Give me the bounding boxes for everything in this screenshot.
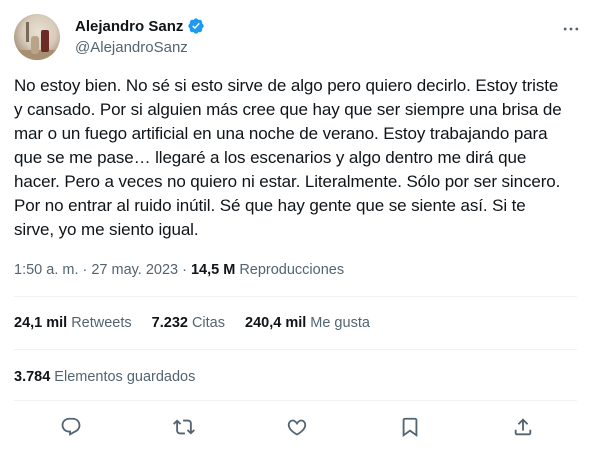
bookmarks-count: 3.784 [14, 369, 51, 385]
retweets-count: 24,1 mil [14, 315, 68, 331]
more-options-icon[interactable] [560, 18, 582, 40]
quotes-label: Citas [191, 315, 225, 331]
retweets-stat[interactable]: 24,1 mil Retweets [14, 315, 132, 331]
author-display-name[interactable]: Alejandro Sanz [75, 18, 183, 35]
bookmark-icon[interactable] [395, 412, 425, 442]
share-icon[interactable] [508, 412, 538, 442]
author-handle[interactable]: @AlejandroSanz [75, 39, 205, 56]
verified-badge-icon[interactable] [187, 17, 205, 35]
tweet-text: No estoy bien. No sé si esto sirve de al… [14, 76, 562, 239]
quotes-stat[interactable]: 7.232 Citas [152, 315, 225, 331]
likes-stat[interactable]: 240,4 mil Me gusta [245, 315, 370, 331]
likes-count: 240,4 mil [245, 315, 307, 331]
meta-separator: · [82, 262, 88, 278]
tweet-header: Alejandro Sanz @AlejandroSanz [14, 14, 579, 62]
avatar-figure [31, 36, 39, 54]
views-count: 14,5 M [190, 262, 236, 278]
bookmarks-stat[interactable]: 3.784 Elementos guardados [14, 366, 195, 388]
engagement-stats: 24,1 mil Retweets 7.232 Citas 240,4 mil … [14, 312, 390, 334]
avatar[interactable] [14, 14, 60, 60]
divider [14, 349, 577, 350]
display-name-row: Alejandro Sanz [75, 16, 205, 36]
reply-icon[interactable] [56, 412, 86, 442]
author-names: Alejandro Sanz @AlejandroSanz [75, 16, 205, 56]
views-label: Reproducciones [239, 262, 345, 278]
quotes-count: 7.232 [151, 315, 188, 331]
tweet-time[interactable]: 1:50 a. m. [14, 262, 78, 278]
avatar-door [41, 30, 49, 52]
meta-separator-2: · [182, 262, 187, 278]
retweets-label: Retweets [71, 315, 132, 331]
tweet-actions [14, 412, 577, 442]
avatar-stand [26, 22, 29, 42]
retweet-icon[interactable] [169, 412, 199, 442]
likes-label: Me gusta [310, 315, 370, 331]
bookmarks-label: Elementos guardados [54, 369, 196, 385]
tweet-date[interactable]: 27 may. 2023 [91, 262, 178, 278]
like-icon[interactable] [282, 412, 312, 442]
tweet-meta: 1:50 a. m. · 27 may. 2023 · 14,5 M Repro… [14, 260, 344, 280]
divider [14, 296, 577, 297]
divider [14, 400, 577, 401]
